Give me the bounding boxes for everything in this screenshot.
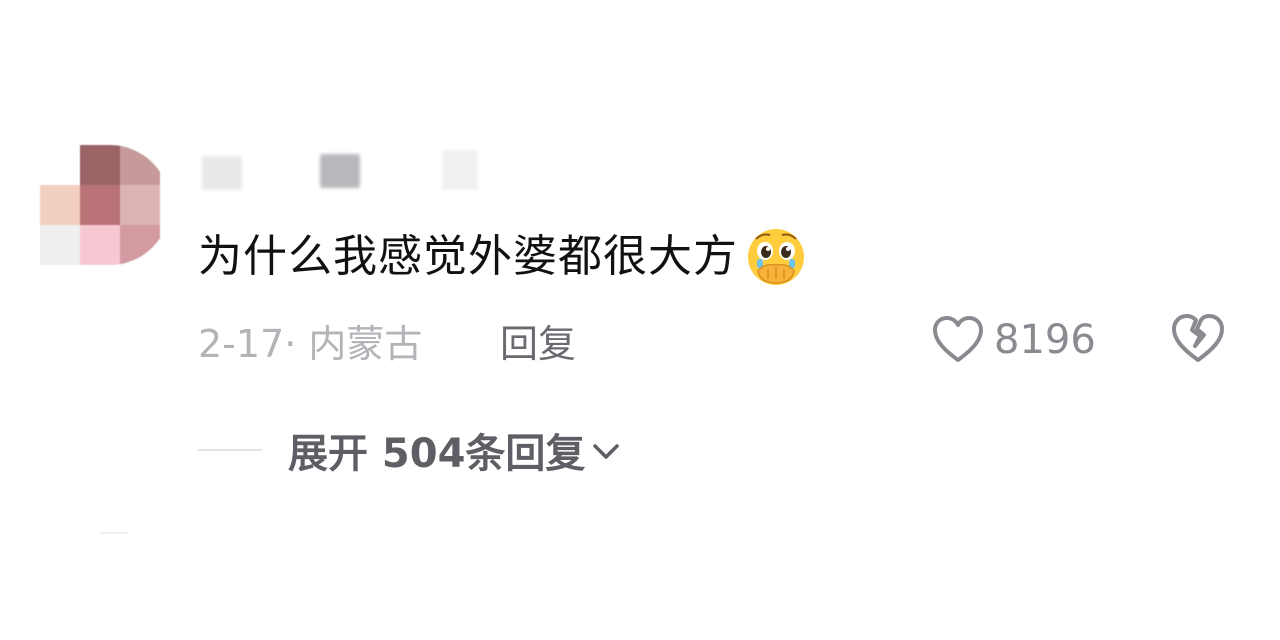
chevron-down-icon (593, 444, 620, 459)
face-holding-back-tears-emoji (748, 229, 804, 285)
expand-divider (198, 449, 262, 451)
expand-replies-button[interactable]: 展开 504条回复 (198, 420, 623, 480)
expand-replies-label: 展开 504条回复 (288, 431, 586, 477)
like-button[interactable]: 8196 (930, 310, 1096, 370)
comment-body: 为什么我感觉外婆都很大方 (198, 231, 738, 282)
username[interactable] (200, 150, 500, 190)
comment-text: 为什么我感觉外婆都很大方 (198, 222, 808, 292)
comment-meta: 2-17· 内蒙古 (198, 321, 423, 366)
avatar[interactable] (40, 145, 170, 265)
heart-outline-icon (933, 316, 983, 362)
broken-heart-icon (1172, 314, 1224, 362)
divider (100, 532, 128, 534)
dislike-button[interactable] (1168, 308, 1228, 368)
reply-button[interactable]: 回复 (500, 312, 576, 368)
like-count: 8196 (994, 317, 1096, 363)
